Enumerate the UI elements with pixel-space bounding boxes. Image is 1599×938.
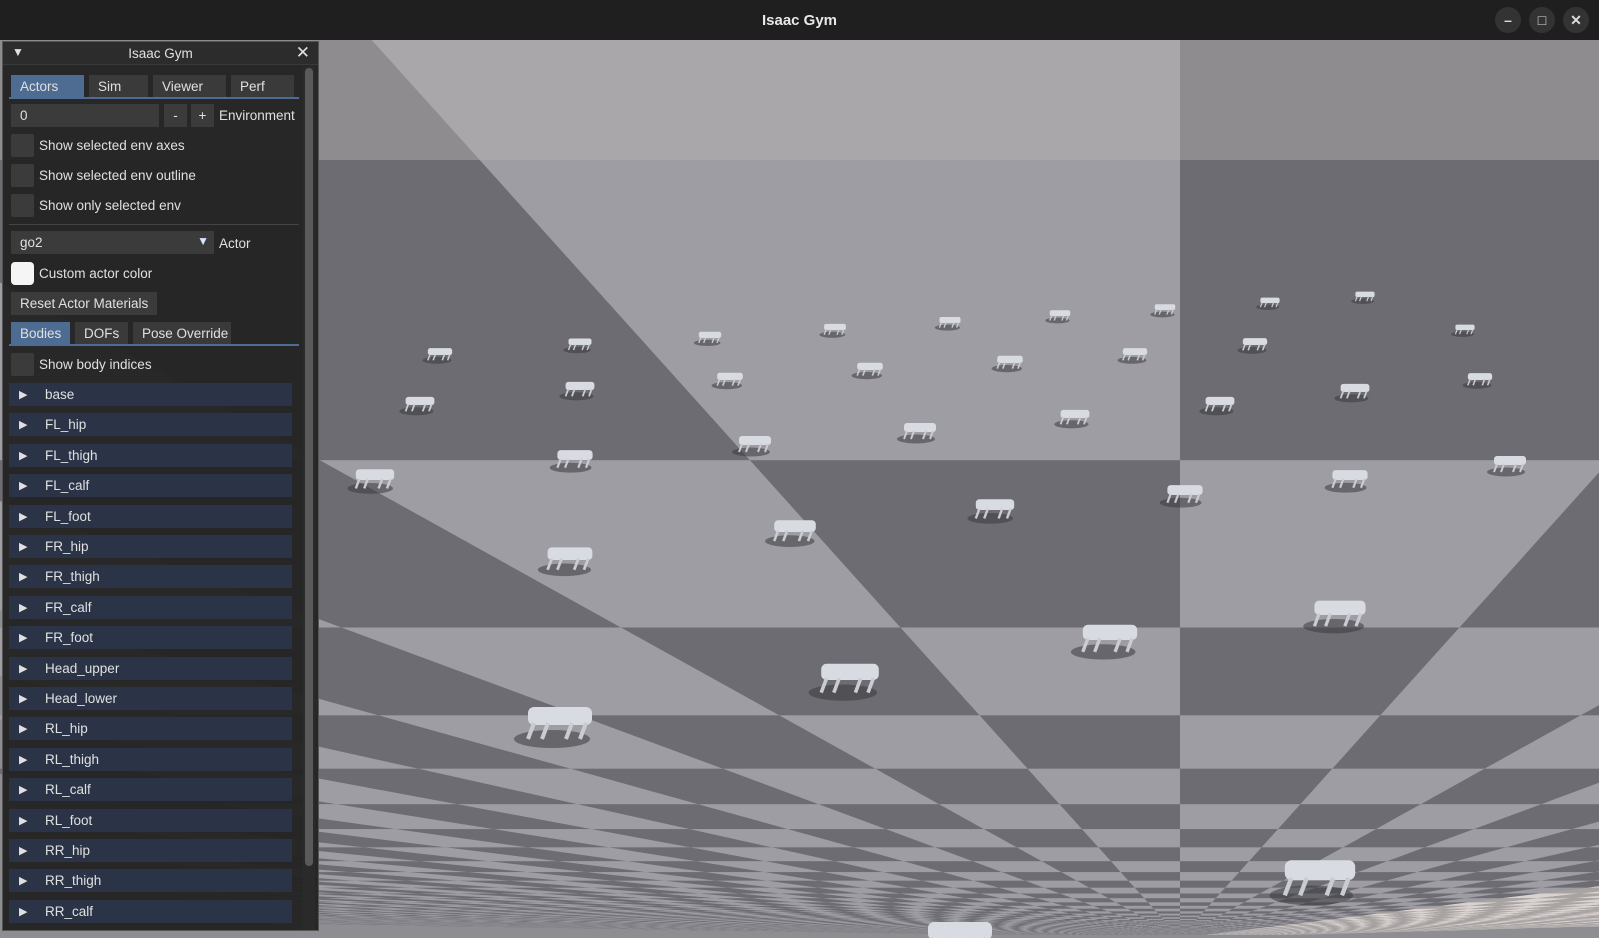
tree-item-label: RL_foot: [45, 812, 93, 828]
tree-arrow-icon[interactable]: ▶: [9, 631, 45, 644]
tree-item-label: FL_calf: [45, 478, 90, 494]
tree-item-label: FR_hip: [45, 539, 89, 554]
tree-item-rr-thigh[interactable]: ▶ RR_thigh: [9, 869, 292, 893]
tree-item-label: FL_foot: [45, 508, 91, 524]
tab-perf[interactable]: Perf: [231, 75, 294, 97]
show-env-axes-label: Show selected env axes: [39, 138, 185, 153]
tab-actors[interactable]: Actors: [11, 75, 84, 97]
tree-arrow-icon[interactable]: ▶: [9, 814, 45, 827]
tree-item-fl-thigh[interactable]: ▶ FL_thigh: [9, 443, 292, 467]
tab-viewer[interactable]: Viewer: [153, 75, 226, 97]
tree-item-rr-calf[interactable]: ▶ RR_calf: [9, 899, 292, 923]
tree-item-rl-foot[interactable]: ▶ RL_foot: [9, 808, 292, 832]
reset-actor-materials-button[interactable]: Reset Actor Materials: [11, 292, 158, 315]
env-decrement-button[interactable]: -: [164, 104, 187, 127]
tree-item-label: Head_lower: [45, 691, 118, 706]
actor-combo[interactable]: go2 ▼: [11, 231, 214, 254]
tree-item-label: Head_upper: [45, 660, 120, 676]
tree-item-label: FR_calf: [45, 599, 92, 615]
show-env-outline-label: Show selected env outline: [39, 168, 196, 183]
tree-arrow-icon[interactable]: ▶: [9, 540, 45, 553]
tree-item-rl-calf[interactable]: ▶ RL_calf: [9, 778, 292, 802]
tab-pose-override[interactable]: Pose Override: [133, 322, 231, 344]
tree-item-fr-hip[interactable]: ▶ FR_hip: [9, 535, 292, 558]
actor-combo-value: go2: [20, 235, 43, 250]
tree-item-label: base: [45, 387, 75, 402]
tree-item-base[interactable]: ▶ base: [9, 383, 292, 406]
tree-item-label: FR_thigh: [45, 569, 100, 585]
tree-arrow-icon[interactable]: ▶: [9, 570, 45, 583]
tree-item-fr-calf[interactable]: ▶ FR_calf: [9, 595, 292, 619]
window-titlebar: Isaac Gym – □ ✕: [0, 0, 1599, 40]
tree-item-fl-foot[interactable]: ▶ FL_foot: [9, 504, 292, 528]
environment-input[interactable]: 0: [11, 104, 159, 127]
show-env-outline-checkbox[interactable]: [11, 164, 34, 187]
tree-item-rr-hip[interactable]: ▶ RR_hip: [9, 839, 292, 862]
tree-item-label: RL_thigh: [45, 751, 100, 767]
tree-item-rl-hip[interactable]: ▶ RL_hip: [9, 717, 292, 741]
tree-item-label: RR_hip: [45, 843, 91, 858]
tree-arrow-icon[interactable]: ▶: [9, 510, 45, 523]
show-body-indices-label: Show body indices: [39, 357, 152, 372]
window-title: Isaac Gym: [761, 11, 838, 29]
tree-item-label: FR_foot: [45, 630, 94, 646]
close-icon[interactable]: ✕: [296, 43, 310, 63]
show-only-env-checkbox[interactable]: [11, 194, 34, 217]
tree-item-label: RR_thigh: [45, 873, 102, 889]
tree-arrow-icon[interactable]: ▶: [9, 874, 45, 887]
tree-arrow-icon[interactable]: ▶: [9, 479, 45, 492]
show-env-axes-checkbox[interactable]: [11, 134, 34, 157]
window-close-icon[interactable]: ✕: [1563, 7, 1589, 33]
tree-item-label: RL_hip: [45, 721, 88, 737]
panel-title: Isaac Gym: [128, 45, 193, 61]
tree-arrow-icon[interactable]: ▶: [9, 601, 45, 614]
tree-arrow-icon[interactable]: ▶: [9, 692, 45, 705]
actor-label: Actor: [219, 236, 251, 251]
tree-item-label: FL_thigh: [45, 447, 98, 463]
dropdown-arrow-icon[interactable]: ▼: [197, 234, 209, 248]
tree-item-head-lower[interactable]: ▶ Head_lower: [9, 687, 292, 710]
show-body-indices-checkbox[interactable]: [11, 353, 34, 376]
tree-arrow-icon[interactable]: ▶: [9, 783, 45, 796]
custom-actor-color-swatch[interactable]: [11, 262, 34, 285]
minimize-icon[interactable]: –: [1495, 7, 1521, 33]
tree-arrow-icon[interactable]: ▶: [9, 722, 45, 735]
tree-item-fl-calf[interactable]: ▶ FL_calf: [9, 474, 292, 498]
tree-arrow-icon[interactable]: ▶: [9, 844, 45, 857]
tree-item-label: RR_calf: [45, 903, 94, 919]
tree-item-fl-hip[interactable]: ▶ FL_hip: [9, 413, 292, 437]
panel-titlebar[interactable]: ▼ Isaac Gym ✕: [3, 42, 318, 65]
scrollbar-thumb[interactable]: [305, 68, 313, 866]
tree-item-rl-thigh[interactable]: ▶ RL_thigh: [9, 747, 292, 771]
subtab-underline: [9, 344, 299, 346]
tree-arrow-icon[interactable]: ▶: [9, 905, 45, 918]
tree-arrow-icon[interactable]: ▶: [9, 449, 45, 462]
tab-sim[interactable]: Sim: [89, 75, 148, 97]
env-increment-button[interactable]: +: [191, 104, 214, 127]
tree-item-label: FL_hip: [45, 417, 87, 433]
tree-item-head-upper[interactable]: ▶ Head_upper: [9, 656, 292, 680]
tree-arrow-icon[interactable]: ▶: [9, 388, 45, 401]
isaac-gym-panel: ▼ Isaac Gym ✕ Actors Sim Viewer Perf 0 -…: [2, 41, 319, 931]
custom-actor-color-label: Custom actor color: [39, 266, 153, 281]
separator: [9, 224, 299, 225]
tab-underline: [9, 97, 299, 99]
tab-dofs[interactable]: DOFs: [75, 322, 128, 344]
tree-arrow-icon[interactable]: ▶: [9, 418, 45, 431]
collapse-triangle-icon[interactable]: ▼: [12, 45, 24, 59]
tree-arrow-icon[interactable]: ▶: [9, 662, 45, 675]
maximize-icon[interactable]: □: [1529, 7, 1555, 33]
show-only-env-label: Show only selected env: [39, 198, 181, 213]
tree-arrow-icon[interactable]: ▶: [9, 753, 45, 766]
environment-label: Environment: [219, 108, 295, 123]
tree-item-fr-foot[interactable]: ▶ FR_foot: [9, 626, 292, 650]
tree-item-fr-thigh[interactable]: ▶ FR_thigh: [9, 565, 292, 589]
panel-scrollbar[interactable]: [303, 66, 315, 930]
tree-item-label: RL_calf: [45, 782, 91, 798]
tab-bodies[interactable]: Bodies: [11, 322, 70, 344]
